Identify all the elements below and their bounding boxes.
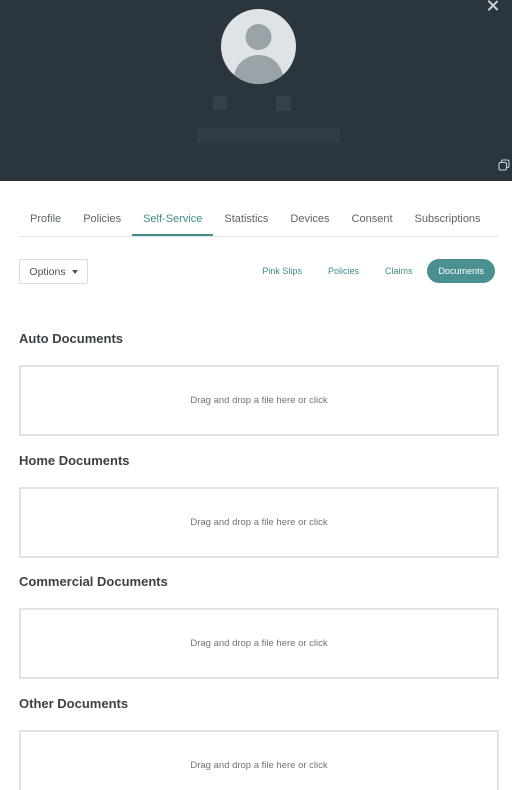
- tab-self-service[interactable]: Self-Service: [132, 204, 214, 236]
- caret-down-icon: [71, 270, 78, 274]
- section-title-commercial: Commercial Documents: [19, 574, 168, 589]
- pill-policies[interactable]: Policies: [317, 259, 370, 283]
- user-silhouette-icon: [233, 24, 284, 84]
- tab-subscriptions[interactable]: Subscriptions: [404, 204, 492, 236]
- dropzone-auto[interactable]: Drag and drop a file here or click: [19, 365, 499, 436]
- section-title-auto: Auto Documents: [19, 331, 123, 346]
- options-dropdown-button[interactable]: Options: [19, 259, 88, 284]
- pill-claims[interactable]: Claims: [374, 259, 424, 283]
- tab-consent[interactable]: Consent: [341, 204, 404, 236]
- dropzone-other[interactable]: Drag and drop a file here or click: [19, 730, 499, 790]
- dropzone-text: Drag and drop a file here or click: [190, 517, 328, 528]
- section-title-other: Other Documents: [19, 696, 129, 711]
- tab-profile[interactable]: Profile: [19, 204, 72, 236]
- redacted-subtitle: [197, 128, 340, 143]
- tab-policies[interactable]: Policies: [72, 204, 132, 236]
- redacted-name-part: [276, 96, 291, 111]
- dropzone-home[interactable]: Drag and drop a file here or click: [19, 487, 499, 558]
- dropzone-text: Drag and drop a file here or click: [190, 760, 328, 771]
- expand-icon[interactable]: [498, 159, 510, 171]
- dropzone-text: Drag and drop a file here or click: [190, 638, 328, 649]
- avatar: [221, 9, 296, 84]
- tab-statistics[interactable]: Statistics: [213, 204, 279, 236]
- options-label: Options: [29, 265, 66, 278]
- profile-header: [0, 0, 512, 181]
- dropzone-text: Drag and drop a file here or click: [190, 395, 328, 406]
- section-title-home: Home Documents: [19, 453, 130, 468]
- redacted-name-part: [213, 96, 227, 110]
- pill-documents[interactable]: Documents: [427, 259, 495, 283]
- document-type-pills: Pink Slips Policies Claims Documents: [251, 259, 495, 283]
- tab-devices[interactable]: Devices: [279, 204, 340, 236]
- tab-bar: Profile Policies Self-Service Statistics…: [19, 204, 499, 237]
- close-icon[interactable]: [485, 0, 501, 16]
- dropzone-commercial[interactable]: Drag and drop a file here or click: [19, 608, 499, 679]
- pill-pink-slips[interactable]: Pink Slips: [251, 259, 313, 283]
